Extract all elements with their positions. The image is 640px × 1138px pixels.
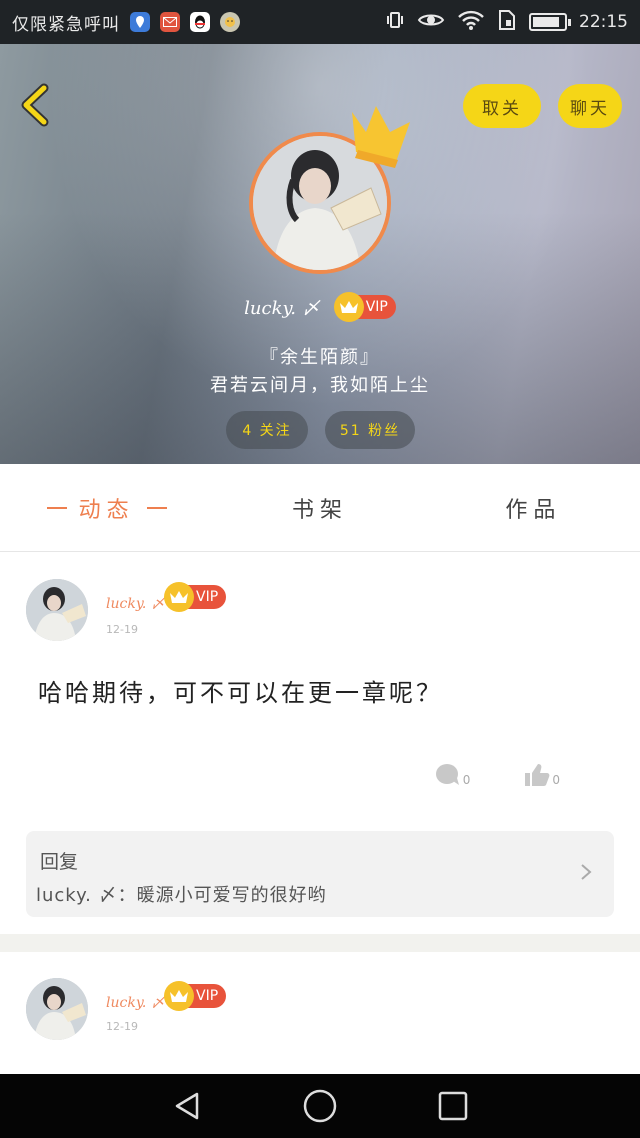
vip-badge: VIP (333, 292, 396, 322)
post-date: 12-19 (106, 623, 138, 636)
eye-icon (417, 10, 445, 35)
post-vip-badge: VIP (164, 981, 227, 1011)
reply-title: 回复 (40, 851, 79, 873)
wifi-icon (457, 9, 485, 36)
emoji-app-icon (220, 12, 240, 32)
sim-icon (497, 9, 517, 36)
post-avatar[interactable] (26, 579, 88, 641)
comment-count: 0 (462, 773, 471, 787)
unfollow-button[interactable]: 取关 (463, 84, 541, 128)
chevron-right-icon (581, 864, 592, 880)
triangle-back-icon (175, 1092, 198, 1120)
nav-recents-button[interactable] (433, 1086, 473, 1126)
vip-crown-icon (164, 582, 194, 612)
crown-icon (352, 106, 410, 168)
signature-line-1: 『余生陌颜』 (260, 347, 380, 368)
like-count: 0 (552, 773, 560, 787)
post-card: lucky. 〆 VIP 12-19 (0, 952, 640, 1074)
fans-count[interactable]: 51 粉丝 (325, 411, 415, 449)
square-recents-icon (439, 1091, 468, 1121)
post-username: lucky. 〆 (106, 995, 165, 1011)
like-button[interactable]: 0 (524, 763, 560, 787)
post-vip-label: VIP (196, 589, 219, 605)
profile-username: lucky. 〆 (244, 298, 320, 319)
carrier-label: 仅限紧急呼叫 (12, 14, 120, 35)
post-actions: 0 0 (435, 763, 560, 787)
post-username: lucky. 〆 (106, 596, 165, 612)
battery-icon (529, 13, 571, 31)
user-line: lucky. 〆 VIP (0, 292, 640, 322)
tab-bookshelf-label: 书架 (291, 497, 348, 523)
battery-level (533, 17, 559, 27)
profile-header: 取关 聊天 lucky. 〆 VIP 『余生陌颜』 君若云间月，我如陌上尘 4 … (0, 44, 640, 464)
circle-home-icon (303, 1089, 337, 1123)
vip-label: VIP (365, 299, 388, 315)
tab-indicator-right (146, 506, 167, 509)
vip-crown-icon (333, 292, 364, 322)
mail-app-icon (160, 12, 180, 32)
vibrate-icon (385, 10, 405, 35)
tab-bookshelf[interactable]: 书架 (213, 464, 426, 551)
post-avatar[interactable] (26, 978, 88, 1040)
system-nav-bar (0, 1074, 640, 1138)
following-count[interactable]: 4 关注 (226, 411, 308, 449)
map-app-icon (130, 12, 150, 32)
tab-indicator-left (46, 506, 67, 509)
profile-signature: 『余生陌颜』 君若云间月，我如陌上尘 (0, 344, 640, 400)
post-vip-badge: VIP (164, 582, 227, 612)
post-divider (0, 934, 640, 952)
profile-tabs: 动态 书架 作品 (0, 464, 640, 552)
post-card: lucky. 〆 VIP 12-19 哈哈期待，可不可以在更一章呢？ 0 0 回… (0, 553, 640, 934)
clock: 22:15 (579, 12, 628, 32)
qq-app-icon (190, 12, 210, 32)
post-date: 12-19 (106, 1020, 138, 1033)
chat-button[interactable]: 聊天 (558, 84, 622, 128)
tab-moments[interactable]: 动态 (0, 464, 213, 551)
vip-crown-icon (164, 981, 194, 1011)
comment-button[interactable]: 0 (435, 763, 471, 787)
thumbs-up-icon (525, 764, 550, 786)
signature-line-2: 君若云间月，我如陌上尘 (210, 375, 430, 396)
comment-icon (435, 764, 459, 785)
reply-text: lucky. 〆：暖源小可爱写的很好哟 (36, 885, 327, 906)
post-vip-label: VIP (196, 988, 219, 1004)
tab-works-label: 作品 (505, 497, 562, 523)
back-button[interactable] (14, 80, 58, 130)
nav-home-button[interactable] (300, 1086, 340, 1126)
reply-box[interactable]: 回复 lucky. 〆：暖源小可爱写的很好哟 (26, 831, 614, 917)
nav-back-button[interactable] (167, 1086, 207, 1126)
post-content: 哈哈期待，可不可以在更一章呢？ (38, 679, 443, 707)
status-bar: 仅限紧急呼叫 22:15 (0, 0, 640, 44)
tab-moments-label: 动态 (78, 497, 135, 523)
tab-works[interactable]: 作品 (427, 464, 640, 551)
